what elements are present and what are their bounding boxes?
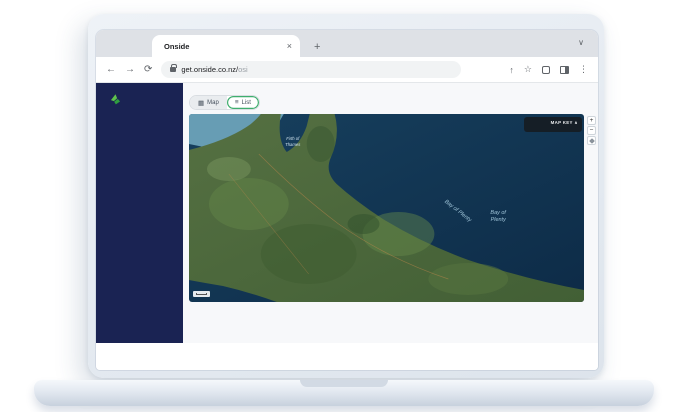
browser-window: Onside × + ∨ ← → ⟳ get.onside.co.nz/osi … — [96, 30, 598, 370]
browser-tab[interactable]: Onside × — [152, 35, 300, 57]
map-key-title[interactable]: MAP KEY ∧ — [528, 120, 578, 126]
map-toolbar: ▦ Map ≡ List — [189, 95, 598, 110]
zoom-in-button[interactable]: + — [587, 116, 596, 125]
app-sidebar — [96, 83, 183, 343]
laptop-notch — [300, 380, 388, 387]
reload-button[interactable]: ⟳ — [144, 64, 152, 75]
map-svg: Firth of Thames Bay of Plenty Bay of Ple… — [189, 114, 584, 302]
minimize-window-button[interactable] — [126, 40, 135, 49]
label-firth-line1: Firth of — [286, 136, 300, 141]
back-button[interactable]: ← — [106, 64, 116, 75]
side-panel-icon[interactable] — [560, 66, 569, 74]
chevron-down-icon[interactable]: ∨ — [578, 38, 584, 47]
maximize-window-button[interactable] — [142, 40, 151, 49]
view-toggle: ▦ Map ≡ List — [189, 95, 260, 110]
label-bay-line1: Bay of — [490, 210, 506, 216]
map-gutter: + − — [584, 114, 598, 302]
browser-menu-icon[interactable]: ⋮ — [579, 64, 588, 75]
close-window-button[interactable] — [110, 40, 119, 49]
lock-icon — [170, 67, 176, 72]
zoom-out-button[interactable]: − — [587, 126, 596, 135]
main-panel: ▦ Map ≡ List — [183, 83, 598, 343]
url-field[interactable]: get.onside.co.nz/osi — [161, 61, 461, 78]
toolbar-actions: ↑ ☆ ⋮ — [509, 64, 588, 75]
map-view-button[interactable]: ▦ Map — [190, 96, 227, 109]
map-scale-bar — [193, 291, 210, 297]
list-view-button[interactable]: ≡ List — [227, 96, 259, 109]
list-icon: ≡ — [235, 99, 239, 106]
window-controls — [110, 40, 151, 49]
map-icon: ▦ — [198, 99, 204, 107]
forward-button[interactable]: → — [125, 64, 135, 75]
label-firth-line2: Thames — [285, 142, 301, 147]
map-zoom-controls: + − — [587, 116, 596, 145]
compass-needle-icon — [589, 138, 595, 144]
label-bay-line2: Plenty — [491, 217, 507, 223]
tab-strip: Onside × + ∨ — [96, 30, 598, 57]
onside-logo-icon — [109, 93, 122, 106]
map-key-panel: MAP KEY ∧ — [524, 117, 582, 132]
extensions-icon[interactable] — [542, 66, 550, 74]
address-bar: ← → ⟳ get.onside.co.nz/osi ↑ ☆ ⋮ — [96, 57, 598, 83]
new-tab-button[interactable]: + — [314, 41, 320, 53]
onside-logo — [109, 93, 173, 106]
compass-button[interactable] — [587, 136, 596, 145]
share-icon[interactable]: ↑ — [509, 65, 514, 75]
tab-close-icon[interactable]: × — [287, 41, 292, 51]
tab-title: Onside — [164, 42, 287, 51]
url-text: get.onside.co.nz/osi — [181, 65, 247, 74]
page-content: ▦ Map ≡ List — [96, 83, 598, 370]
map-canvas[interactable]: Firth of Thames Bay of Plenty Bay of Ple… — [189, 114, 584, 302]
laptop-base — [34, 380, 654, 406]
bookmark-star-icon[interactable]: ☆ — [524, 64, 532, 75]
map-row: Firth of Thames Bay of Plenty Bay of Ple… — [189, 114, 598, 302]
